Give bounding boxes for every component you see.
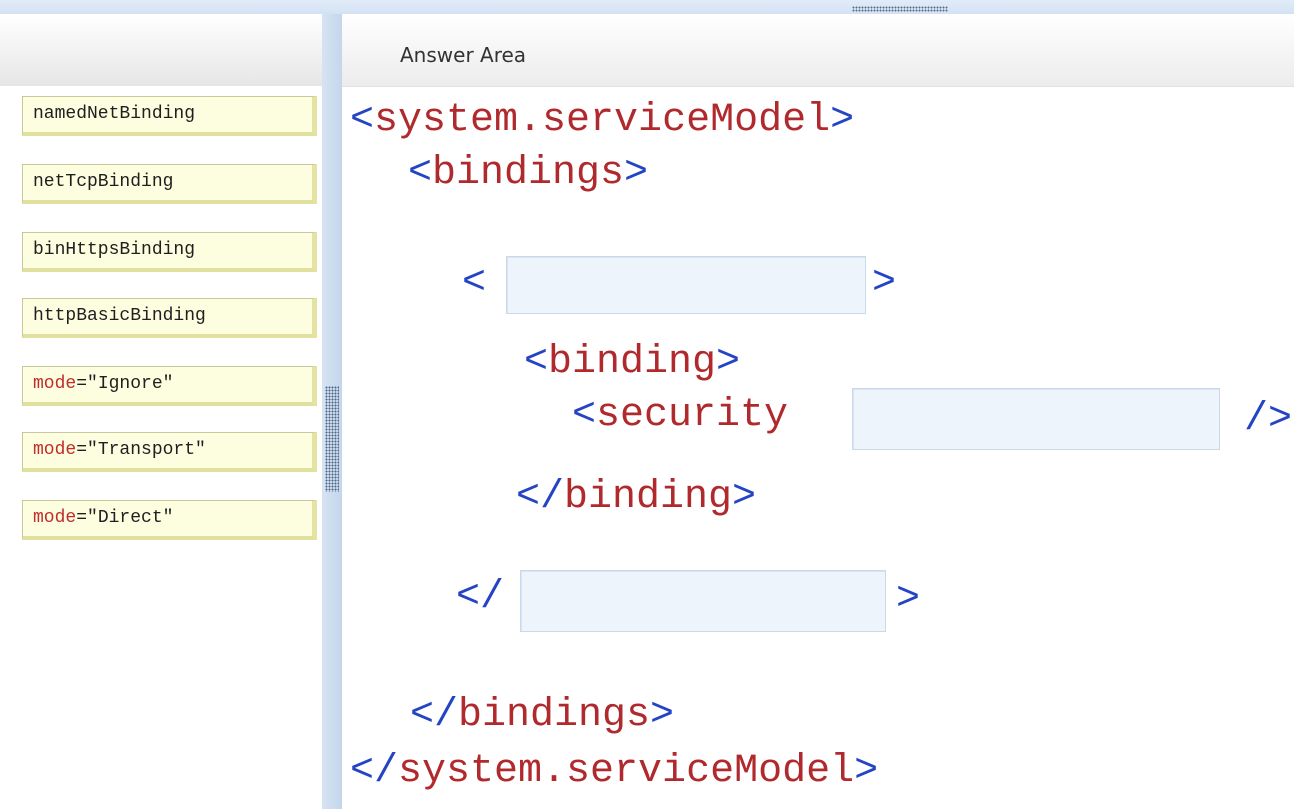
- code-bracket-close-binding-type-end: >: [896, 580, 920, 620]
- code-line-system-servicemodel-close: </system.serviceModel>: [350, 752, 878, 792]
- option-binHttpsBinding[interactable]: binHttpsBinding: [22, 232, 317, 272]
- code-bracket: </: [456, 575, 505, 620]
- option-httpBasicBinding[interactable]: httpBasicBinding: [22, 298, 317, 338]
- option-namedNetBinding[interactable]: namedNetBinding: [22, 96, 317, 136]
- code-line-binding-open: <binding>: [524, 343, 740, 383]
- divider-grip[interactable]: [325, 386, 339, 492]
- code-bracket: >: [716, 340, 741, 385]
- option-mode-direct[interactable]: mode="Direct": [22, 500, 317, 540]
- option-label: netTcpBinding: [33, 172, 174, 192]
- code-bracket: >: [854, 749, 879, 794]
- option-attr-name: mode: [33, 508, 77, 528]
- code-bracket: >: [830, 98, 855, 143]
- code-bracket: <: [524, 340, 549, 385]
- answer-area-title: Answer Area: [400, 43, 527, 67]
- code-tag-name: binding: [548, 340, 717, 385]
- code-bracket-open-binding-type: <: [462, 261, 487, 306]
- code-bracket: >: [624, 151, 649, 196]
- code-bracket: <: [408, 151, 433, 196]
- code-bracket: </: [516, 475, 565, 520]
- option-label: binHttpsBinding: [33, 240, 196, 260]
- code-bracket-close-binding-type: >: [872, 261, 897, 306]
- code-line-binding-close: </binding>: [516, 478, 756, 518]
- code-bracket: >: [896, 577, 921, 622]
- option-mode-ignore[interactable]: mode="Ignore": [22, 366, 317, 406]
- drop-target-binding-type-close[interactable]: [520, 570, 886, 632]
- top-strip: [0, 0, 1294, 14]
- code-tag-name: system.serviceModel: [374, 98, 831, 143]
- code-tag-name: bindings: [458, 693, 651, 738]
- drop-target-binding-type-open[interactable]: [506, 256, 866, 314]
- top-resize-grip[interactable]: [852, 6, 948, 12]
- code-line-security: <security: [572, 396, 788, 436]
- code-self-close-security: />: [1244, 400, 1292, 440]
- code-tag-name: binding: [564, 475, 733, 520]
- code-bracket: >: [732, 475, 757, 520]
- code-line-bindings-close: </bindings>: [410, 696, 674, 736]
- code-bracket: </: [350, 749, 399, 794]
- code-line-bindings-open: <bindings>: [408, 154, 648, 194]
- option-label: httpBasicBinding: [33, 306, 206, 326]
- option-attr-value: ="Ignore": [76, 374, 174, 394]
- option-label: namedNetBinding: [33, 104, 196, 124]
- code-tag-name: system.serviceModel: [398, 749, 855, 794]
- code-tag-name: security: [596, 393, 789, 438]
- options-header: [0, 14, 322, 86]
- code-bracket: />: [1244, 397, 1293, 442]
- code-tag-name: bindings: [432, 151, 625, 196]
- option-attr-value: ="Direct": [76, 508, 174, 528]
- drop-target-security-mode[interactable]: [852, 388, 1220, 450]
- option-attr-name: mode: [33, 440, 77, 460]
- code-bracket: <: [350, 98, 375, 143]
- option-attr-name: mode: [33, 374, 77, 394]
- code-bracket: >: [650, 693, 675, 738]
- code-bracket: </: [410, 693, 459, 738]
- option-attr-value: ="Transport": [76, 440, 206, 460]
- code-line-system-servicemodel-open: <system.serviceModel>: [350, 101, 854, 141]
- answer-area-header: Answer Area: [342, 14, 1294, 87]
- code-bracket: <: [572, 393, 597, 438]
- option-netTcpBinding[interactable]: netTcpBinding: [22, 164, 317, 204]
- option-mode-transport[interactable]: mode="Transport": [22, 432, 317, 472]
- code-line-binding-type-close: </: [456, 578, 504, 618]
